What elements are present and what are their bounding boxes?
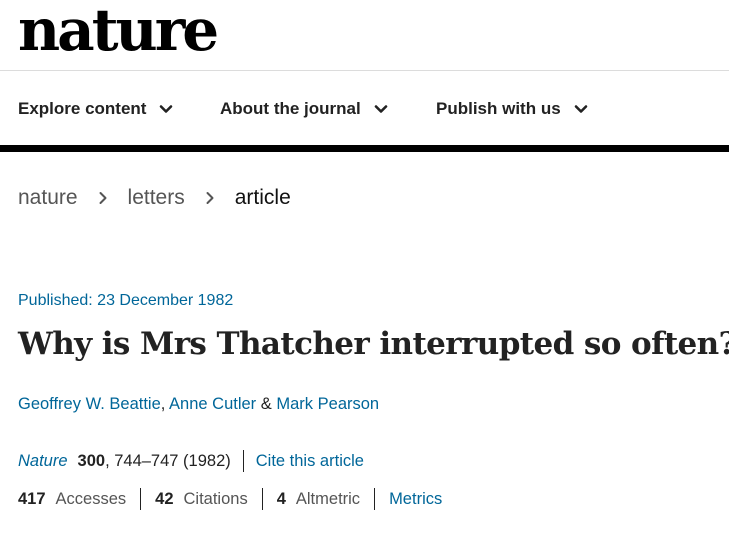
altmetric-count: 4 [276, 489, 286, 508]
breadcrumb-item-letters[interactable]: letters [128, 186, 185, 210]
divider [374, 488, 376, 510]
published-date: Published: 23 December 1982 [18, 292, 234, 309]
nav-item-label: About the journal [220, 99, 361, 118]
citations-count: 42 [155, 489, 174, 508]
nav-explore-content[interactable]: Explore content [18, 97, 174, 121]
chevron-down-icon [374, 105, 388, 113]
author-ampersand: & [260, 395, 272, 413]
accesses-label: Accesses [55, 489, 127, 508]
citation-details: , 744–747 (1982) [105, 451, 231, 470]
citation-line: Nature 300, 744–747 (1982) Cite this art… [18, 450, 364, 472]
nav-item-label: Explore content [18, 99, 147, 118]
citations-label: Citations [183, 489, 248, 508]
main-nav: Explore content About the journal Publis… [0, 71, 729, 145]
altmetric-label: Altmetric [295, 489, 361, 508]
author-link[interactable]: Geoffrey W. Beattie [18, 395, 161, 413]
author-link[interactable]: Mark Pearson [276, 395, 379, 413]
divider [140, 488, 142, 510]
masthead: nature [0, 0, 729, 71]
accesses-count: 417 [18, 489, 46, 508]
chevron-down-icon [160, 105, 173, 113]
metrics-link[interactable]: Metrics [389, 490, 442, 509]
breadcrumb: nature letters article [18, 184, 291, 212]
article-title: Why is Mrs Thatcher interrupted so often… [18, 326, 729, 362]
cite-this-article-link[interactable]: Cite this article [256, 452, 364, 471]
chevron-right-icon [206, 192, 214, 204]
author-separator: , [160, 395, 166, 413]
author-link[interactable]: Anne Cutler [169, 395, 256, 413]
divider [261, 488, 263, 510]
chevron-down-icon [574, 105, 587, 113]
breadcrumb-item-nature[interactable]: nature [18, 186, 78, 210]
chevron-right-icon [99, 192, 107, 204]
nav-publish-with-us[interactable]: Publish with us [436, 97, 589, 121]
divider [242, 450, 244, 472]
volume-number: 300 [77, 451, 106, 470]
nature-logo[interactable]: nature [18, 0, 219, 62]
header-divider [0, 145, 729, 152]
breadcrumb-item-article: article [234, 186, 291, 209]
article-metrics: 417 Accesses 42 Citations 4 Altmetric Me… [18, 488, 442, 510]
nav-item-label: Publish with us [436, 99, 561, 118]
nav-about-journal[interactable]: About the journal [220, 97, 389, 121]
journal-name-link[interactable]: Nature [18, 452, 68, 471]
author-list: Geoffrey W. Beattie, Anne Cutler & Mark … [18, 395, 379, 414]
